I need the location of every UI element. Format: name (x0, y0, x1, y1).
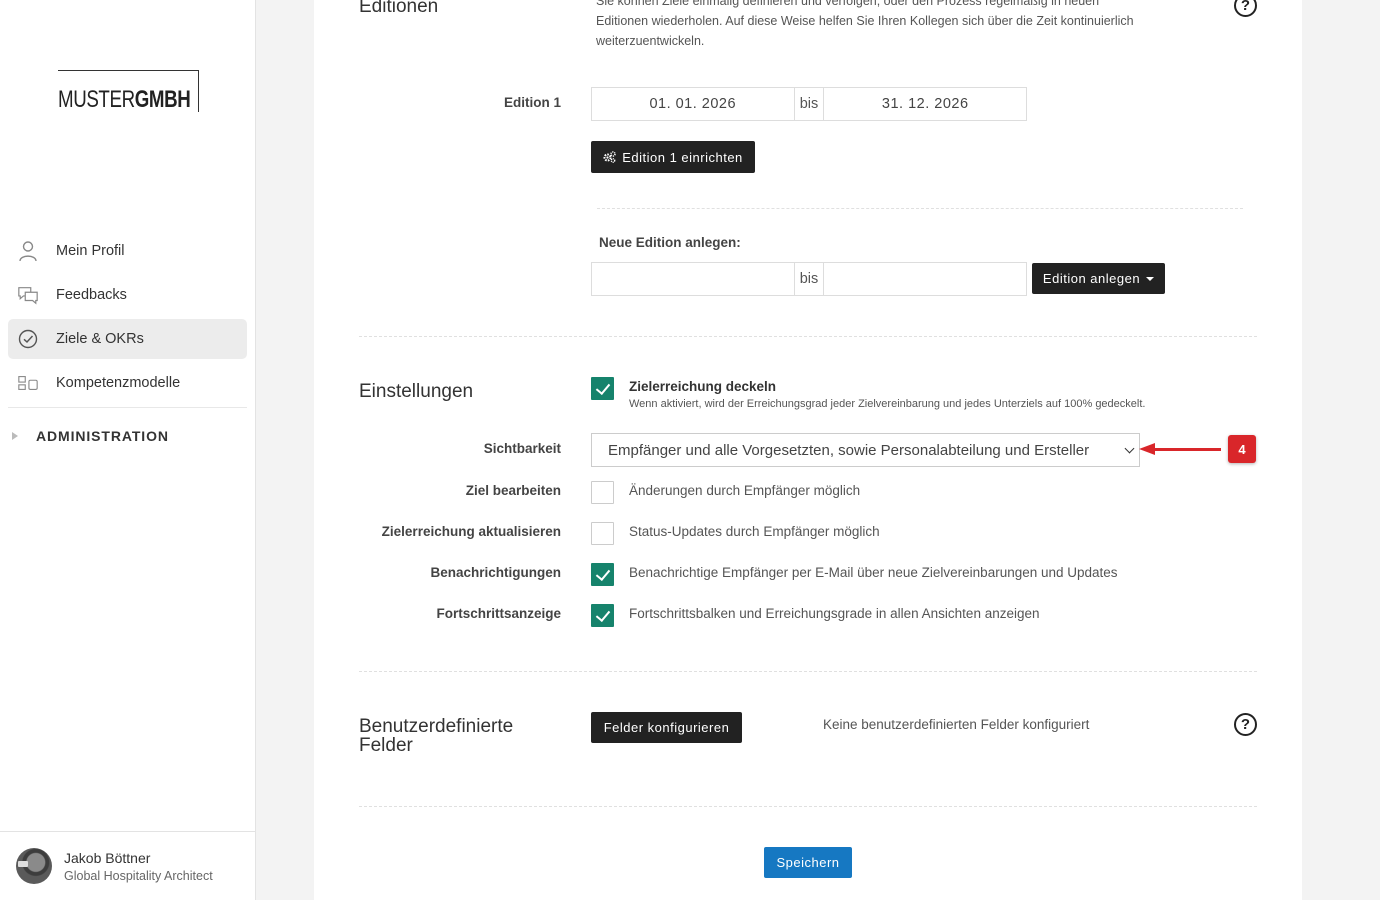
company-logo[interactable]: MUSTERGMBH (58, 70, 199, 112)
section-title-custom-fields-line2: Felder (359, 735, 413, 756)
zielerreichung-aktualisieren-label: Zielerreichung aktualisieren (381, 524, 561, 539)
sidebar-nav: Mein Profil Feedbacks Ziele & OKRs Kompe… (8, 231, 247, 407)
user-icon (17, 240, 39, 262)
sidebar-item-mein-profil[interactable]: Mein Profil (8, 231, 247, 271)
edition-1-setup-button[interactable]: Edition 1 einrichten (591, 141, 755, 173)
new-edition-end-input[interactable] (824, 263, 1026, 295)
date-range-separator: bis (793, 263, 825, 295)
administration-label: ADMINISTRATION (36, 428, 169, 444)
expand-triangle-icon (12, 432, 18, 440)
avatar (16, 848, 52, 884)
configure-fields-label: Felder konfigurieren (603, 720, 730, 735)
sidebar: MUSTERGMBH Mein Profil Feedbacks Ziele &… (0, 0, 256, 900)
configure-fields-button[interactable]: Felder konfigurieren (591, 712, 742, 743)
logo-text-light: MUSTER (58, 86, 135, 113)
benachrichtigungen-checkbox[interactable] (591, 563, 614, 586)
help-icon[interactable]: ? (1234, 713, 1257, 736)
sichtbarkeit-label: Sichtbarkeit (483, 441, 561, 456)
help-glyph: ? (1240, 716, 1251, 733)
new-edition-date-range: bis (591, 262, 1027, 296)
competency-icon (17, 372, 39, 394)
zielerreichung-deckeln-title: Zielerreichung deckeln (629, 379, 777, 394)
no-custom-fields-note: Keine benutzerdefinierten Felder konfigu… (823, 717, 1090, 732)
fortschrittsanzeige-text: Fortschrittsbalken und Erreichungsgrade … (629, 606, 1040, 621)
sidebar-item-kompetenzmodelle[interactable]: Kompetenzmodelle (8, 363, 247, 403)
ziel-bearbeiten-checkbox[interactable] (591, 481, 614, 504)
create-edition-button[interactable]: Edition anlegen (1032, 263, 1165, 294)
ziel-bearbeiten-label: Ziel bearbeiten (465, 483, 561, 498)
editionen-intro-text: Sie können Ziele einmalig definieren und… (596, 0, 1134, 48)
save-label: Speichern (776, 855, 840, 870)
sichtbarkeit-select[interactable]: Empfänger und alle Vorgesetzten, sowie P… (591, 433, 1140, 467)
section-title-einstellungen: Einstellungen (359, 381, 474, 402)
fortschrittsanzeige-checkbox[interactable] (591, 604, 614, 627)
zielerreichung-aktualisieren-checkbox[interactable] (591, 522, 614, 545)
check-circle-icon (17, 328, 39, 350)
sidebar-item-label: Kompetenzmodelle (56, 375, 181, 391)
new-edition-start-input[interactable] (592, 263, 794, 295)
zielerreichung-deckeln-checkbox[interactable] (591, 377, 614, 400)
save-button[interactable]: Speichern (764, 847, 852, 878)
neue-edition-label: Neue Edition anlegen: (599, 235, 741, 250)
section-title-editionen: Editionen (359, 0, 439, 17)
section-divider (359, 806, 1257, 807)
divider (597, 208, 1243, 209)
help-glyph: ? (1240, 0, 1251, 14)
caret-down-icon (1146, 276, 1155, 281)
annotation-badge: 4 (1228, 435, 1256, 463)
section-divider (359, 671, 1257, 672)
date-range-separator: bis (793, 88, 825, 120)
sidebar-item-administration[interactable]: ADMINISTRATION (12, 428, 169, 444)
section-title-custom-fields-line1: Benutzerdefinierte (359, 716, 514, 737)
user-role: Global Hospitality Architect (64, 869, 213, 883)
settings-card: Editionen Sie können Ziele einmalig defi… (314, 0, 1302, 900)
user-panel[interactable]: Jakob Böttner Global Hospitality Archite… (0, 831, 255, 900)
sidebar-item-label: Mein Profil (56, 243, 125, 259)
edition-1-end-date[interactable]: 31. 12. 2026 (824, 88, 1026, 120)
sidebar-item-feedbacks[interactable]: Feedbacks (8, 275, 247, 315)
benachrichtigungen-text: Benachrichtige Empfänger per E-Mail über… (629, 565, 1118, 580)
benachrichtigungen-label: Benachrichtigungen (430, 565, 561, 580)
section-divider (359, 336, 1257, 337)
fortschrittsanzeige-label: Fortschrittsanzeige (436, 606, 561, 621)
annotation-arrow-line (1153, 448, 1221, 451)
edition-1-setup-label: Edition 1 einrichten (622, 149, 743, 165)
chat-bubbles-icon (17, 284, 39, 306)
sidebar-item-label: Feedbacks (56, 287, 127, 303)
sidebar-item-ziele-okrs[interactable]: Ziele & OKRs (8, 319, 247, 359)
zielerreichung-aktualisieren-text: Status-Updates durch Empfänger möglich (629, 524, 880, 539)
gears-icon (603, 151, 616, 163)
zielerreichung-deckeln-description: Wenn aktiviert, wird der Erreichungsgrad… (629, 398, 1146, 410)
edition-1-date-range: 01. 01. 2026 bis 31. 12. 2026 (591, 87, 1027, 121)
create-edition-label: Edition anlegen (1042, 271, 1141, 286)
ziel-bearbeiten-text: Änderungen durch Empfänger möglich (629, 483, 861, 498)
help-icon[interactable]: ? (1234, 0, 1257, 17)
sichtbarkeit-value: Empfänger und alle Vorgesetzten, sowie P… (608, 441, 1090, 459)
sidebar-item-label: Ziele & OKRs (56, 331, 144, 347)
edition-1-start-date[interactable]: 01. 01. 2026 (592, 88, 794, 120)
user-name: Jakob Böttner (64, 850, 151, 866)
logo-text-bold: GMBH (134, 86, 191, 113)
chevron-down-icon (1124, 443, 1135, 454)
edition-1-label: Edition 1 (504, 95, 561, 110)
nav-divider (8, 407, 247, 408)
